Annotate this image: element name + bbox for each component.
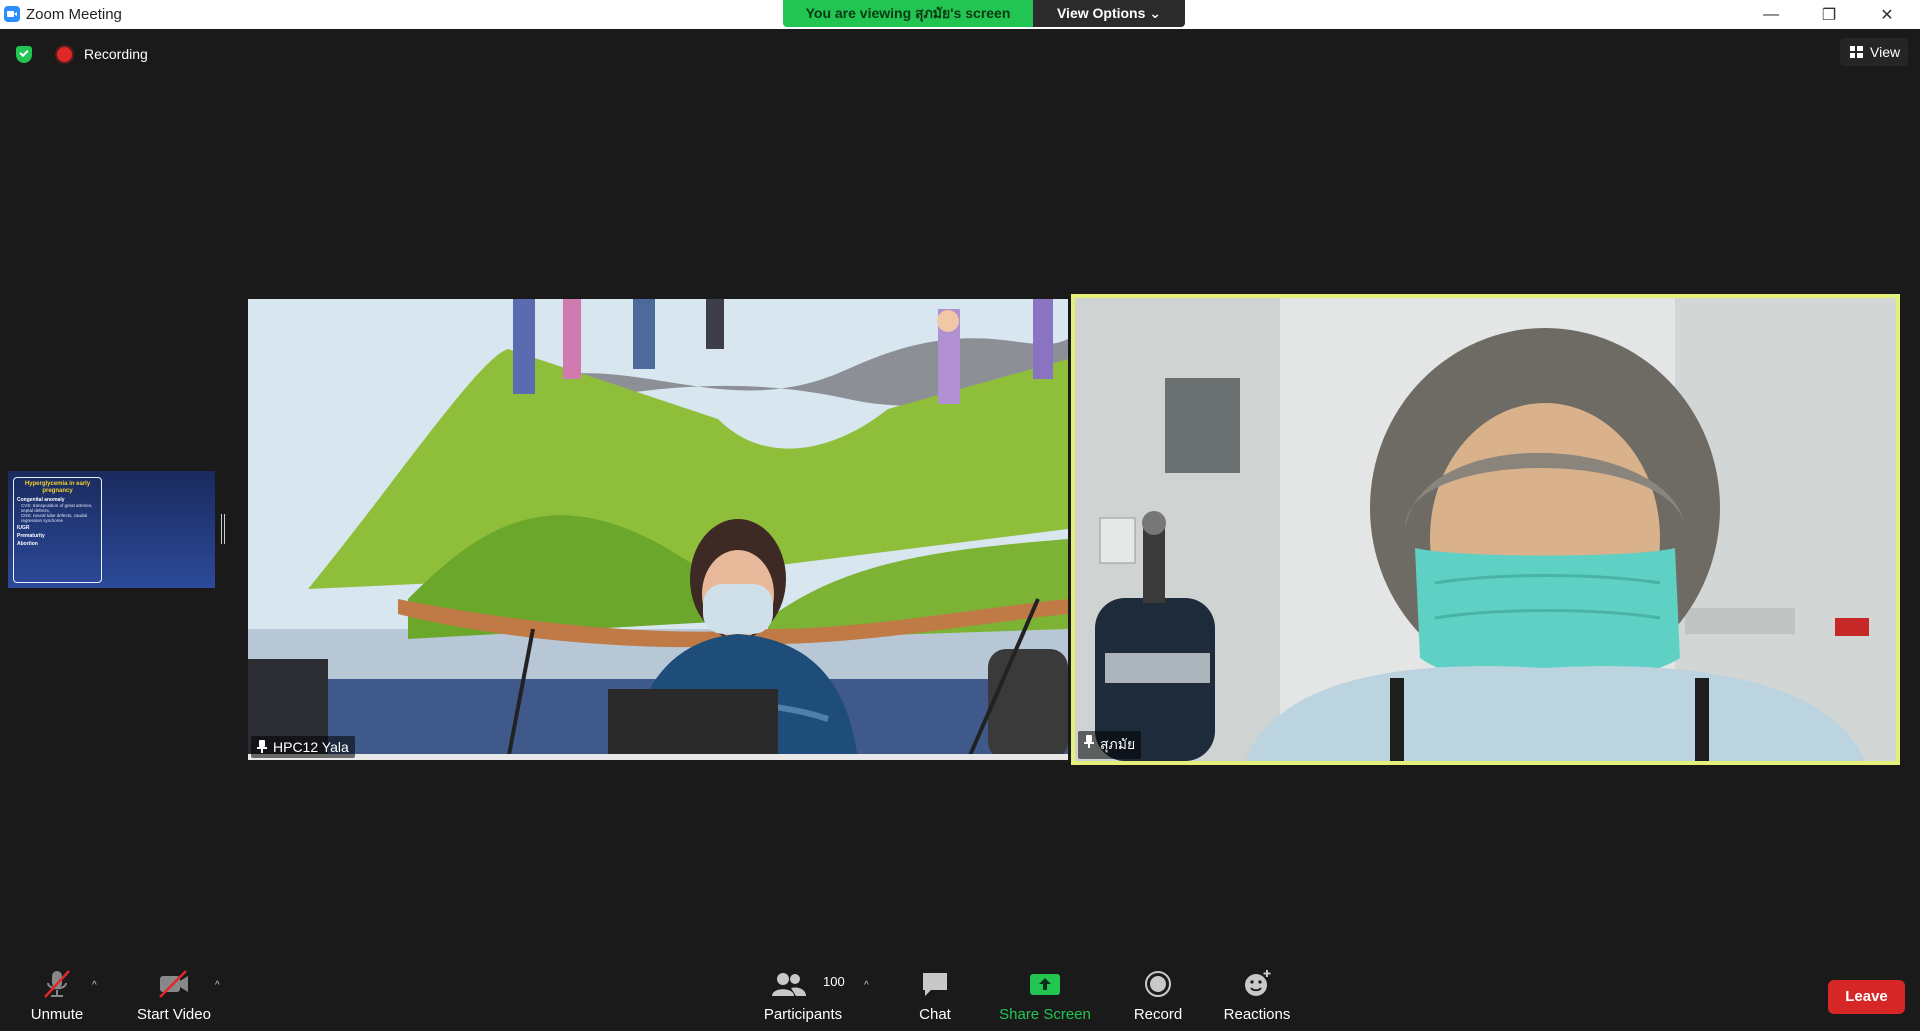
zoom-app-icon: [4, 6, 20, 22]
record-button[interactable]: Record: [1123, 958, 1193, 1031]
record-icon: [1145, 971, 1171, 997]
meeting-toolbar: Unmute ^ Start Video ^ Participants 100 …: [0, 958, 1920, 1031]
slide-title: Hyperglycemia in early pregnancy: [24, 481, 91, 494]
reactions-button[interactable]: Reactions: [1216, 958, 1298, 1031]
audio-options-chevron-icon[interactable]: ^: [92, 980, 97, 991]
participant-name-tag: สุภมัย: [1078, 731, 1142, 759]
video-tile-hpc12-yala[interactable]: HPC12 Yala: [248, 299, 1068, 760]
participants-label: Participants: [763, 1006, 843, 1023]
participants-options-chevron-icon[interactable]: ^: [864, 980, 869, 991]
share-screen-label: Share Screen: [999, 1006, 1091, 1023]
window-title: Zoom Meeting: [26, 6, 122, 23]
view-layout-button[interactable]: View: [1840, 38, 1908, 66]
view-label: View: [1870, 44, 1901, 60]
chat-label: Chat: [919, 1006, 951, 1023]
slide-sub-line: CVS: transposition of great arteries, se…: [21, 503, 93, 513]
slide-line: Prematurity: [17, 533, 45, 539]
grid-view-icon: [1850, 46, 1863, 58]
encryption-shield-icon[interactable]: [16, 46, 32, 63]
chat-button[interactable]: Chat: [900, 958, 970, 1031]
record-label: Record: [1133, 1006, 1183, 1023]
close-button[interactable]: ✕: [1858, 0, 1916, 29]
title-bar: Zoom Meeting You are viewing สุภมัย's sc…: [0, 0, 1920, 29]
pin-icon: [257, 740, 267, 753]
start-video-label: Start Video: [137, 1006, 211, 1023]
view-options-button[interactable]: View Options ⌄: [1033, 0, 1185, 27]
video-options-chevron-icon[interactable]: ^: [215, 980, 220, 991]
participant-name: HPC12 Yala: [273, 739, 349, 755]
video-camera-off-icon: [159, 970, 188, 998]
emoji-reaction-icon: [1245, 970, 1271, 996]
pin-icon: [1084, 735, 1094, 748]
unmute-button[interactable]: Unmute: [22, 958, 92, 1031]
unmute-label: Unmute: [30, 1006, 84, 1023]
share-screen-button[interactable]: Share Screen: [995, 958, 1095, 1031]
viewing-screen-banner: You are viewing สุภมัย's screen: [783, 0, 1033, 27]
slide-line: IUGR: [17, 525, 30, 531]
participants-count: 100: [823, 974, 845, 989]
maximize-button[interactable]: ❐: [1800, 0, 1858, 29]
slide-line: Abortion: [17, 541, 38, 547]
reactions-label: Reactions: [1223, 1006, 1291, 1023]
share-screen-icon: [1030, 974, 1060, 995]
shared-screen-thumbnail[interactable]: Hyperglycemia in early pregnancy Congeni…: [8, 471, 215, 588]
participant-name: สุภมัย: [1100, 736, 1136, 752]
start-video-button[interactable]: Start Video: [130, 958, 218, 1031]
participants-icon: [772, 973, 806, 996]
minimize-button[interactable]: —: [1742, 0, 1800, 29]
participant-video: [248, 299, 1068, 760]
participants-button[interactable]: Participants: [758, 958, 848, 1031]
participant-video: [1075, 298, 1896, 761]
microphone-muted-icon: [44, 970, 70, 998]
recording-label: Recording: [84, 46, 148, 62]
chat-bubble-icon: [923, 973, 947, 996]
slide-sub-line: CNS: neural tube defects, caudal regress…: [21, 513, 88, 523]
leave-meeting-button[interactable]: Leave: [1828, 980, 1905, 1014]
participant-name-tag: HPC12 Yala: [251, 736, 355, 758]
video-tile-active-speaker[interactable]: สุภมัย: [1071, 294, 1900, 765]
panel-resize-handle[interactable]: [221, 514, 225, 544]
recording-icon: [57, 47, 72, 62]
slide-preview: Hyperglycemia in early pregnancy Congeni…: [13, 477, 102, 583]
